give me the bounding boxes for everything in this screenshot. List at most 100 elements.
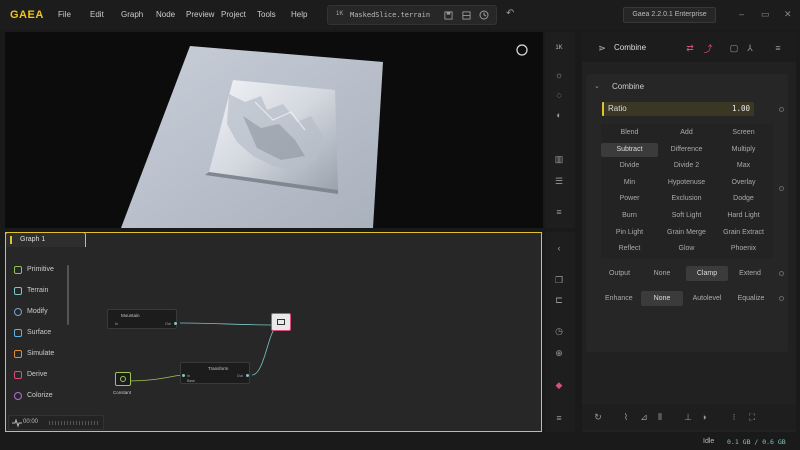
copy-icon[interactable]: ❐ (553, 274, 565, 286)
refresh-icon[interactable]: ↻ (592, 411, 604, 423)
blend-mode-add[interactable]: Add (658, 126, 715, 140)
blend-mode-max[interactable]: Max (715, 159, 772, 173)
collapse-icon[interactable]: ‹ (553, 242, 565, 254)
input-port[interactable] (182, 374, 185, 377)
swap-icon[interactable]: ⇄ (684, 42, 696, 54)
viewport-3d[interactable] (5, 32, 543, 228)
tab-graph-1[interactable]: Graph 1 (5, 232, 86, 247)
curve-icon[interactable]: ⌇ (620, 411, 632, 423)
viewport-resolution[interactable]: 1K (553, 42, 565, 54)
blend-mode-burn[interactable]: Burn (601, 209, 658, 223)
category-terrain[interactable]: Terrain (10, 283, 70, 299)
blend-mode-blend[interactable]: Blend (601, 126, 658, 140)
node-constant[interactable] (115, 372, 131, 386)
split-icon[interactable]: ⅄ (744, 42, 756, 54)
sun-icon[interactable]: ☼ (553, 69, 565, 81)
category-derive[interactable]: Derive (10, 367, 70, 383)
output-none[interactable]: None (641, 266, 683, 281)
close-icon[interactable]: ✕ (784, 9, 792, 20)
columns-icon[interactable]: ⫴ (654, 411, 666, 423)
blend-mode-hypotenuse[interactable]: Hypotenuse (658, 176, 715, 190)
bake-icon[interactable]: ◆ (553, 379, 565, 391)
blend-mode-overlay[interactable]: Overlay (715, 176, 772, 190)
category-simulate[interactable]: Simulate (10, 346, 70, 362)
blend-port-dot[interactable] (779, 186, 784, 191)
output-port[interactable] (174, 322, 177, 325)
lock-icon[interactable]: ⊕ (553, 347, 565, 359)
lower-icon[interactable]: ⊥ (682, 411, 694, 423)
blend-mode-multiply[interactable]: Multiply (715, 143, 772, 157)
enhance-autolevel[interactable]: Autolevel (686, 291, 728, 306)
category-primitive[interactable]: Primitive (10, 262, 70, 278)
output-clamp[interactable]: Clamp (686, 266, 728, 281)
menu-preview[interactable]: Preview (186, 10, 214, 19)
minimize-icon[interactable]: – (739, 9, 744, 19)
node-transform[interactable]: Transform In Base Out (180, 362, 250, 384)
properties-menu-icon[interactable]: ≡ (772, 42, 784, 54)
blend-mode-exclusion[interactable]: Exclusion (658, 192, 715, 206)
enhance-equalize[interactable]: Equalize (730, 291, 772, 306)
maximize-icon[interactable]: ▭ (761, 9, 770, 20)
menu-graph[interactable]: Graph (121, 10, 143, 19)
color-ring-icon[interactable]: ◌ (553, 89, 565, 101)
output-port-dot[interactable] (779, 271, 784, 276)
enhance-none[interactable]: None (641, 291, 683, 306)
frame-icon[interactable]: ▢ (728, 42, 740, 54)
blend-mode-screen[interactable]: Screen (715, 126, 772, 140)
code-icon[interactable]: ⁝ (728, 411, 740, 423)
split-view-icon[interactable]: ▥ (553, 153, 565, 165)
blend-mode-min[interactable]: Min (601, 176, 658, 190)
blend-mode-hard-light[interactable]: Hard Light (715, 209, 772, 223)
timer-icon[interactable]: ◷ (553, 325, 565, 337)
menu-file[interactable]: File (58, 10, 71, 19)
undo-icon[interactable]: ↶ (506, 8, 514, 19)
category-scrollbar[interactable] (67, 265, 69, 325)
menu-project[interactable]: Project (221, 10, 246, 19)
blend-mode-soft-light[interactable]: Soft Light (658, 209, 715, 223)
blend-mode-pin-light[interactable]: Pin Light (601, 226, 658, 240)
ratio-slider[interactable]: Ratio 1.00 (602, 102, 754, 116)
node-mountain[interactable]: Mountain In Out (107, 309, 177, 329)
fullscreen-icon[interactable]: ⛶ (746, 411, 758, 423)
node-title: Mountain (121, 313, 140, 318)
menu-edit[interactable]: Edit (90, 10, 104, 19)
node-combine[interactable] (271, 313, 291, 331)
blend-mode-divide[interactable]: Divide (601, 159, 658, 173)
blend-mode-subtract[interactable]: Subtract (601, 142, 658, 157)
enhance-port-dot[interactable] (779, 296, 784, 301)
ratio-port-dot[interactable] (779, 107, 784, 112)
menu-node[interactable]: Node (156, 10, 175, 19)
node-tree-icon[interactable]: ⊏ (553, 294, 565, 306)
blend-mode-power[interactable]: Power (601, 192, 658, 206)
category-modify[interactable]: Modify (10, 304, 70, 320)
history-icon[interactable] (478, 9, 490, 21)
link-icon[interactable]: ⤴ (702, 42, 714, 54)
output-port[interactable] (246, 374, 249, 377)
menu-help[interactable]: Help (291, 10, 307, 19)
blend-mode-divide-2[interactable]: Divide 2 (658, 159, 715, 173)
menu-tools[interactable]: Tools (257, 10, 276, 19)
output-extend[interactable]: Extend (729, 266, 771, 281)
graph-editor[interactable] (5, 232, 542, 432)
menu-list-icon[interactable]: ≡ (553, 412, 565, 424)
chevron-down-icon[interactable]: ⌄ (594, 82, 600, 90)
save-icon[interactable] (442, 9, 454, 21)
list-icon[interactable]: ≡ (553, 206, 565, 218)
layout-icon[interactable]: ☰ (553, 175, 565, 187)
ramp-icon[interactable]: ⊿ (638, 411, 650, 423)
blend-mode-reflect[interactable]: Reflect (601, 242, 658, 256)
blend-mode-difference[interactable]: Difference (658, 143, 715, 157)
blend-mode-grain-merge[interactable]: Grain Merge (658, 226, 715, 240)
blend-mode-phoenix[interactable]: Phoenix (715, 242, 772, 256)
blend-mode-grain-extract[interactable]: Grain Extract (715, 226, 772, 240)
blend-mode-glow[interactable]: Glow (658, 242, 715, 256)
contrast-icon[interactable]: ◐ (553, 109, 565, 121)
half-icon[interactable]: ◑ (698, 411, 710, 423)
blend-mode-dodge[interactable]: Dodge (715, 192, 772, 206)
category-surface[interactable]: Surface (10, 325, 70, 341)
snapshot-icon[interactable] (460, 9, 472, 21)
category-colorize[interactable]: Colorize (10, 388, 70, 404)
category-label: Surface (27, 329, 52, 336)
timeline-scrubber[interactable] (49, 421, 99, 425)
timeline[interactable]: 00:00 (8, 415, 104, 430)
